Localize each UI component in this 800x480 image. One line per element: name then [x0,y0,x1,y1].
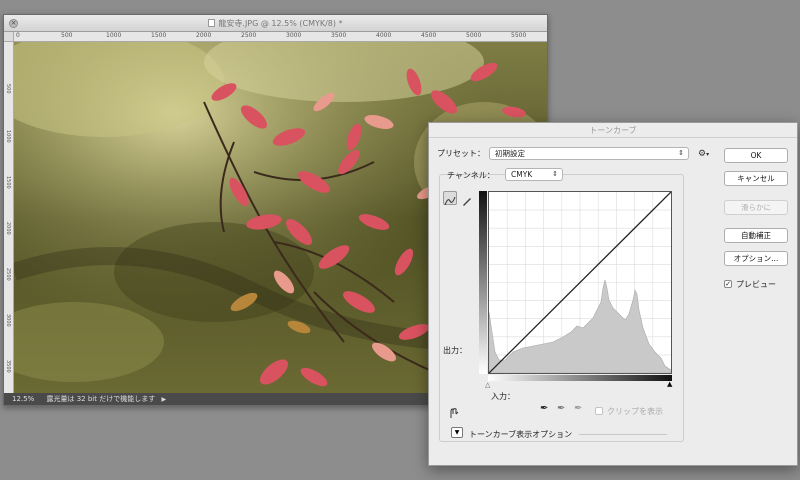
chevron-updown-icon: ⇕ [552,170,558,178]
ruler-tick-label: 3000 [5,314,11,327]
show-clipping-checkbox[interactable] [595,407,603,415]
vertical-ruler[interactable]: 500 1000 1500 2000 2500 3000 3500 [4,42,14,394]
divider [579,434,667,435]
ruler-tick-label: 2000 [5,222,11,235]
ruler-origin[interactable] [4,32,14,42]
file-icon [208,19,216,27]
on-image-adjust-icon[interactable] [447,404,459,418]
curve-graph-svg [488,191,672,374]
white-point-slider-icon[interactable]: ▲ [667,380,672,388]
ruler-tick-label: 3000 [286,32,302,39]
output-label: 出力： [443,346,467,355]
ruler-tick-label: 0 [16,32,20,39]
ruler-tick-label: 1000 [5,130,11,143]
ruler-tick-label: 1500 [151,32,167,39]
smooth-button[interactable]: 滑らかに [724,200,788,215]
show-clipping-label: クリップを表示 [607,407,663,416]
chevron-updown-icon: ⇕ [678,149,684,157]
horizontal-ruler[interactable]: 0 500 1000 1500 2000 2500 3000 3500 4000… [14,32,547,42]
dialog-title: トーンカーブ [429,123,797,138]
channel-select[interactable]: CMYK ⇕ [505,168,563,181]
ruler-tick-label: 5000 [466,32,482,39]
curve-graph[interactable] [488,191,672,374]
preset-label: プリセット： [437,149,485,158]
cancel-button[interactable]: キャンセル [724,171,788,186]
options-button[interactable]: オプション... [724,251,788,266]
black-point-slider-icon[interactable]: △ [485,381,490,389]
preview-checkbox[interactable]: ✓ [724,280,732,288]
gear-icon[interactable]: ⚙▾ [698,149,709,159]
zoom-level[interactable]: 12.5% [12,395,34,403]
output-gradient-bar [479,191,487,374]
preset-select[interactable]: 初期設定 ⇕ [489,147,689,160]
pencil-tool-icon[interactable] [461,192,473,206]
auto-button[interactable]: 自動補正 [724,228,788,243]
modified-marker: * [338,19,343,28]
curve-tool-icon[interactable] [443,191,457,206]
black-point-eyedropper-icon[interactable]: ✒ [540,403,548,414]
close-window-icon[interactable]: × [9,19,18,28]
white-point-eyedropper-icon[interactable]: ✒ [574,403,582,414]
ruler-tick-label: 4500 [421,32,437,39]
status-menu-arrow-icon[interactable]: ▶ [161,396,166,403]
input-gradient-bar [488,375,672,381]
ruler-tick-label: 1500 [5,176,11,189]
ruler-tick-label: 5500 [511,32,527,39]
document-title-bar[interactable]: × 龍安寺.JPG @ 12.5% (CMYK/8) * [4,15,547,32]
preview-label: プレビュー [736,280,776,289]
ruler-tick-label: 2500 [241,32,257,39]
ruler-tick-label: 4000 [376,32,392,39]
input-label: 入力： [491,392,515,401]
gray-point-eyedropper-icon[interactable]: ✒ [557,403,565,414]
ruler-tick-label: 500 [61,32,73,39]
ruler-tick-label: 2500 [5,268,11,281]
ruler-tick-label: 3500 [5,360,11,373]
ruler-tick-label: 2000 [196,32,212,39]
ok-button[interactable]: OK [724,148,788,163]
curves-dialog: トーンカーブ プリセット： 初期設定 ⇕ ⚙▾ チャンネル： CMYK ⇕ 出力… [428,122,798,466]
ruler-tick-label: 3500 [331,32,347,39]
ruler-tick-label: 500 [5,84,11,94]
document-title: 龍安寺.JPG @ 12.5% (CMYK/8) [218,19,337,28]
display-options-label: トーンカーブ表示オプション [469,430,573,439]
channel-label: チャンネル： [447,171,495,180]
channel-value: CMYK [511,170,533,179]
status-info: 露光量は 32 bit だけで機能します [46,395,156,403]
preset-value: 初期設定 [495,149,525,158]
ruler-tick-label: 1000 [106,32,122,39]
disclosure-triangle-icon[interactable]: ▼ [451,427,463,438]
